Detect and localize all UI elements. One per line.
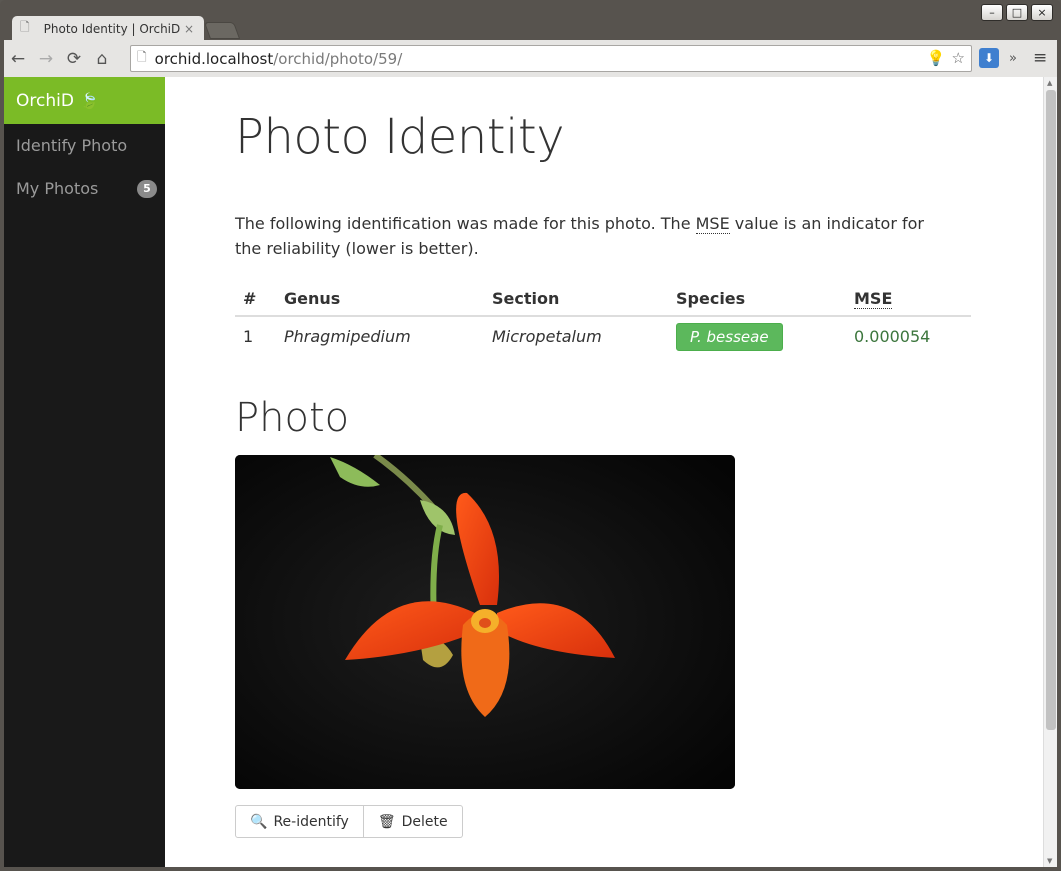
minimize-button[interactable]: –	[981, 4, 1003, 21]
column-header-mse[interactable]: MSE	[846, 282, 971, 317]
sidebar-item-identify-photo[interactable]: Identify Photo	[4, 124, 165, 167]
brand-link[interactable]: OrchiD 🍃	[4, 77, 165, 124]
download-icon[interactable]: ⬇	[979, 48, 999, 68]
table-header-row: # Genus Section Species MSE	[235, 282, 971, 317]
scroll-up-icon[interactable]: ▲	[1047, 79, 1052, 87]
maximize-button[interactable]: □	[1006, 4, 1028, 21]
photo-count-badge: 5	[137, 179, 157, 198]
home-icon[interactable]: ⌂	[88, 45, 116, 73]
search-icon: 🔍	[250, 813, 268, 830]
vertical-scrollbar[interactable]: ▲ ▼	[1043, 77, 1057, 867]
photo-heading: Photo	[235, 395, 350, 441]
delete-button[interactable]: 🗑 Delete	[363, 805, 463, 838]
url-path: /orchid/photo/59/	[273, 49, 403, 68]
back-icon[interactable]: ←	[4, 45, 32, 73]
page-icon: 🗋	[20, 20, 30, 34]
intro-text: The following identification was made fo…	[235, 214, 924, 258]
address-bar[interactable]: 🗋 orchid.localhost/orchid/photo/59/ 💡 ☆	[130, 45, 972, 72]
column-header-section: Section	[484, 282, 668, 317]
species-cell: P. besseae	[668, 316, 846, 356]
sidebar: OrchiD 🍃 Identify Photo My Photos 5	[4, 77, 165, 867]
genus-cell: Phragmipedium	[284, 327, 411, 346]
mse-abbreviation[interactable]: MSE	[695, 214, 730, 234]
url-host: orchid.localhost	[154, 49, 274, 68]
tab-strip: 🗋 Photo Identity | OrchiD × – □ ×	[0, 0, 1061, 41]
section-cell: Micropetalum	[492, 327, 602, 346]
browser-tab[interactable]: 🗋 Photo Identity | OrchiD ×	[12, 16, 204, 41]
species-button[interactable]: P. besseae	[676, 322, 783, 351]
browser-window: 🗋 Photo Identity | OrchiD × – □ × ← → ⟳ …	[0, 0, 1061, 871]
scroll-down-icon[interactable]: ▼	[1047, 857, 1052, 865]
tab-title: Photo Identity | OrchiD	[43, 21, 181, 36]
menu-icon[interactable]: ≡	[1033, 48, 1047, 68]
tab-close-icon[interactable]: ×	[182, 22, 196, 36]
page-icon: 🗋	[137, 50, 147, 64]
sidebar-item-my-photos[interactable]: My Photos 5	[4, 167, 165, 210]
column-header-genus: Genus	[276, 282, 484, 317]
forward-icon[interactable]: →	[32, 45, 60, 73]
sidebar-item-label: My Photos	[16, 179, 99, 198]
table-row: 1 Phragmipedium Micropetalum P. besseae …	[235, 316, 971, 356]
page-viewport: OrchiD 🍃 Identify Photo My Photos 5 Phot…	[4, 77, 1043, 867]
row-number: 1	[243, 327, 254, 346]
trash-icon: 🗑	[377, 813, 396, 830]
reidentify-button[interactable]: 🔍 Re-identify	[235, 805, 364, 838]
sidebar-item-label: Identify Photo	[16, 136, 128, 155]
close-window-button[interactable]: ×	[1031, 4, 1053, 21]
browser-toolbar: ← → ⟳ ⌂ 🗋 orchid.localhost/orchid/photo/…	[4, 40, 1057, 77]
more-extensions-icon[interactable]: »	[1009, 51, 1017, 66]
star-icon[interactable]: ☆	[952, 49, 965, 67]
column-header-number: #	[235, 282, 276, 317]
orchid-photo	[235, 455, 735, 789]
photo-actions: 🔍 Re-identify 🗑 Delete	[235, 805, 463, 838]
leaf-icon: 🍃	[79, 91, 99, 110]
brand-name: OrchiD	[16, 90, 74, 111]
scroll-thumb[interactable]	[1046, 90, 1056, 730]
window-controls: – □ ×	[981, 4, 1053, 21]
mse-cell: 0.000054	[854, 327, 931, 346]
reload-icon[interactable]: ⟳	[60, 45, 88, 73]
page-title: Photo Identity	[235, 109, 565, 165]
new-tab-button[interactable]	[203, 22, 241, 39]
bulb-icon[interactable]: 💡	[927, 49, 946, 67]
column-header-species: Species	[668, 282, 846, 317]
identification-table: # Genus Section Species MSE 1 Phragmiped…	[235, 282, 971, 356]
